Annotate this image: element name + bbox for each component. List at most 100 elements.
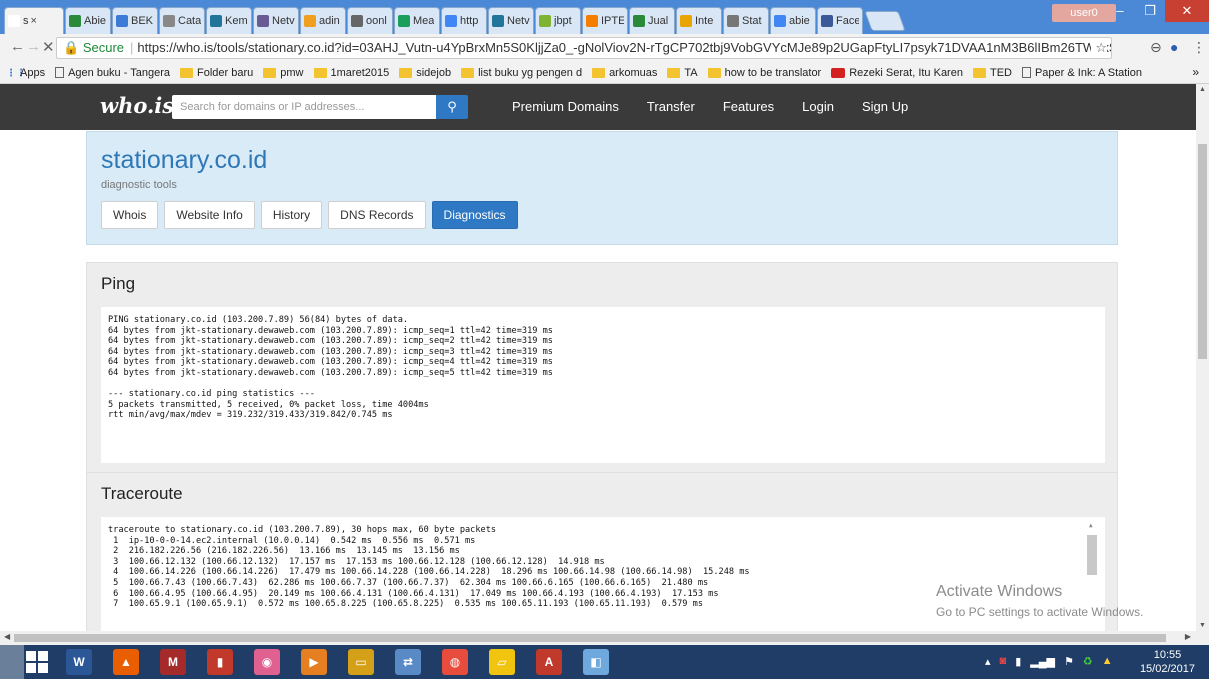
bookmark-item[interactable]: Rezeki Serat, Itu Karen [831, 67, 963, 79]
tab-whois[interactable]: Whois [101, 201, 159, 229]
tray-expand-icon[interactable]: ▴ [985, 655, 991, 668]
browser-tab[interactable]: Abie [65, 7, 111, 34]
page-icon [163, 15, 175, 27]
browser-tab[interactable]: Netv [488, 7, 534, 34]
word-icon[interactable]: W [66, 649, 92, 675]
tab-close-icon[interactable]: × [31, 15, 37, 27]
bookmark-item[interactable]: Folder baru [180, 67, 253, 79]
maximize-button[interactable]: ❐ [1135, 0, 1165, 22]
bookmark-item[interactable]: how to be translator [707, 67, 821, 79]
site-nav: Premium Domains Transfer Features Login Sign… [512, 99, 936, 114]
nav-link-transfer[interactable]: Transfer [647, 99, 695, 114]
browser-tab-label: adin [319, 15, 340, 27]
window-close-button[interactable]: ✕ [1165, 0, 1209, 22]
minimize-button[interactable]: – [1105, 0, 1135, 22]
nav-link-premium-domains[interactable]: Premium Domains [512, 99, 619, 114]
bookmark-item[interactable]: 1maret2015 [313, 67, 389, 79]
forward-button[interactable]: → [26, 38, 41, 55]
browser-tab[interactable]: jbpt [535, 7, 581, 34]
browser-tab[interactable]: oonl [347, 7, 393, 34]
browser-tab[interactable]: Jual [629, 7, 675, 34]
browser-tab[interactable]: Mea [394, 7, 440, 34]
browser-tab[interactable]: Netv [253, 7, 299, 34]
bookmark-item[interactable]: arkomuas [592, 67, 657, 79]
network-icon[interactable]: ⇄ [395, 649, 421, 675]
browser-tab[interactable]: Cata [159, 7, 205, 34]
browser-tab[interactable]: Inte [676, 7, 722, 34]
start-button[interactable] [26, 651, 48, 673]
search-button[interactable]: ⚲ [436, 95, 468, 119]
bookmark-item[interactable]: Paper & Ink: A Station [1021, 67, 1142, 79]
browser-tab[interactable]: Stat [723, 7, 769, 34]
bookmark-star-icon[interactable]: ☆ [1091, 38, 1107, 58]
menu-icon[interactable]: ⋮ [1192, 39, 1206, 56]
page-scroll-thumb[interactable] [1198, 144, 1207, 359]
browser-tab[interactable]: BEK [112, 7, 158, 34]
scroll-down-icon[interactable]: ▼ [1199, 622, 1206, 629]
eye-icon[interactable]: ◉ [254, 649, 280, 675]
browser-tab[interactable]: IPTE [582, 7, 628, 34]
tab-history[interactable]: History [260, 201, 323, 229]
acrobat-tray-icon[interactable]: ◙ [1000, 655, 1007, 668]
book-icon[interactable]: ▮ [207, 649, 233, 675]
browser-tab[interactable]: s × [4, 7, 64, 34]
browser-tab[interactable]: abie [770, 7, 816, 34]
bookmark-item[interactable]: TED [972, 67, 1012, 79]
bookmark-item[interactable]: list buku yg pengen d [461, 67, 582, 79]
nav-link-login[interactable]: Login [802, 99, 834, 114]
stop-button[interactable]: ✕ [42, 38, 55, 56]
tab-dns-records[interactable]: DNS Records [328, 201, 426, 229]
bookmark-item[interactable]: ⋮⋮ Apps [6, 67, 45, 79]
flag-icon[interactable]: ⚑ [1064, 655, 1074, 668]
tab-website-info[interactable]: Website Info [164, 201, 255, 229]
chrome-icon[interactable]: ◍ [442, 649, 468, 675]
address-bar[interactable]: 🔒 Secure | https://who.is/tools/stationary… [56, 37, 1112, 59]
system-clock[interactable]: 10:55 15/02/2017 [1140, 648, 1195, 676]
bookmark-item[interactable]: Agen buku - Tangera [55, 67, 170, 79]
browser-tab[interactable]: http [441, 7, 487, 34]
extension-circle-icon[interactable]: ● [1170, 39, 1178, 55]
mendeley-icon[interactable]: M [160, 649, 186, 675]
browser-tab-label: abie [789, 15, 810, 27]
bookmark-item[interactable]: TA [667, 67, 698, 79]
folder-icon[interactable]: ▭ [348, 649, 374, 675]
horizontal-scroll-thumb[interactable] [14, 634, 1166, 642]
browser-tab[interactable]: adin [300, 7, 346, 34]
acrobat-icon[interactable]: A [536, 649, 562, 675]
drive-icon[interactable]: ▲ [1102, 655, 1113, 668]
scroll-up-icon[interactable]: ▲ [1199, 86, 1206, 93]
window-controls: – ❐ ✕ [1105, 0, 1209, 22]
scroll-up-arrow-icon[interactable]: ▲ [1089, 521, 1093, 532]
back-button[interactable]: ← [10, 38, 25, 55]
files-icon[interactable]: ▱ [489, 649, 515, 675]
signal-icon[interactable]: ▂▄▆ [1030, 655, 1055, 668]
page-vertical-scrollbar[interactable]: ▲ ▼ [1196, 84, 1209, 631]
new-tab-button[interactable] [864, 11, 906, 31]
bookmark-item[interactable]: pmw [263, 67, 304, 79]
nav-link-features[interactable]: Features [723, 99, 774, 114]
traceroute-title: Traceroute [101, 484, 183, 503]
site-logo[interactable]: who.is [100, 93, 174, 118]
scroll-left-icon[interactable]: ◀ [4, 632, 10, 641]
vlc-icon[interactable]: ▲ [113, 649, 139, 675]
bookmarks-overflow-button[interactable]: » [1192, 65, 1199, 79]
device-icon[interactable]: ▮ [1015, 655, 1021, 668]
traceroute-scroll-thumb[interactable] [1087, 535, 1097, 575]
scroll-right-icon[interactable]: ▶ [1185, 632, 1191, 641]
tab-diagnostics[interactable]: Diagnostics [431, 201, 518, 229]
folder-icon [313, 67, 327, 78]
bookmark-item[interactable]: sidejob [399, 67, 451, 79]
nav-link-sign-up[interactable]: Sign Up [862, 99, 908, 114]
browser-tab[interactable]: Face [817, 7, 863, 34]
media-icon[interactable]: ▶ [301, 649, 327, 675]
recycle-icon[interactable]: ♻ [1083, 655, 1093, 668]
folder-icon [399, 67, 413, 78]
system-tray: ▴ ◙ ▮ ▂▄▆ ⚑ ♻ ▲ [985, 655, 1122, 668]
domain-title[interactable]: stationary.co.id [101, 146, 267, 175]
browser-tab[interactable]: Kem [206, 7, 252, 34]
traceroute-scrollbar[interactable]: ▲ [1087, 521, 1097, 583]
domain-search-input[interactable]: Search for domains or IP addresses... [172, 95, 436, 119]
page-horizontal-scrollbar[interactable]: ◀ ▶ [0, 631, 1209, 645]
notebook-icon[interactable]: ◧ [583, 649, 609, 675]
extension-icon[interactable]: ⊖ [1150, 39, 1162, 56]
